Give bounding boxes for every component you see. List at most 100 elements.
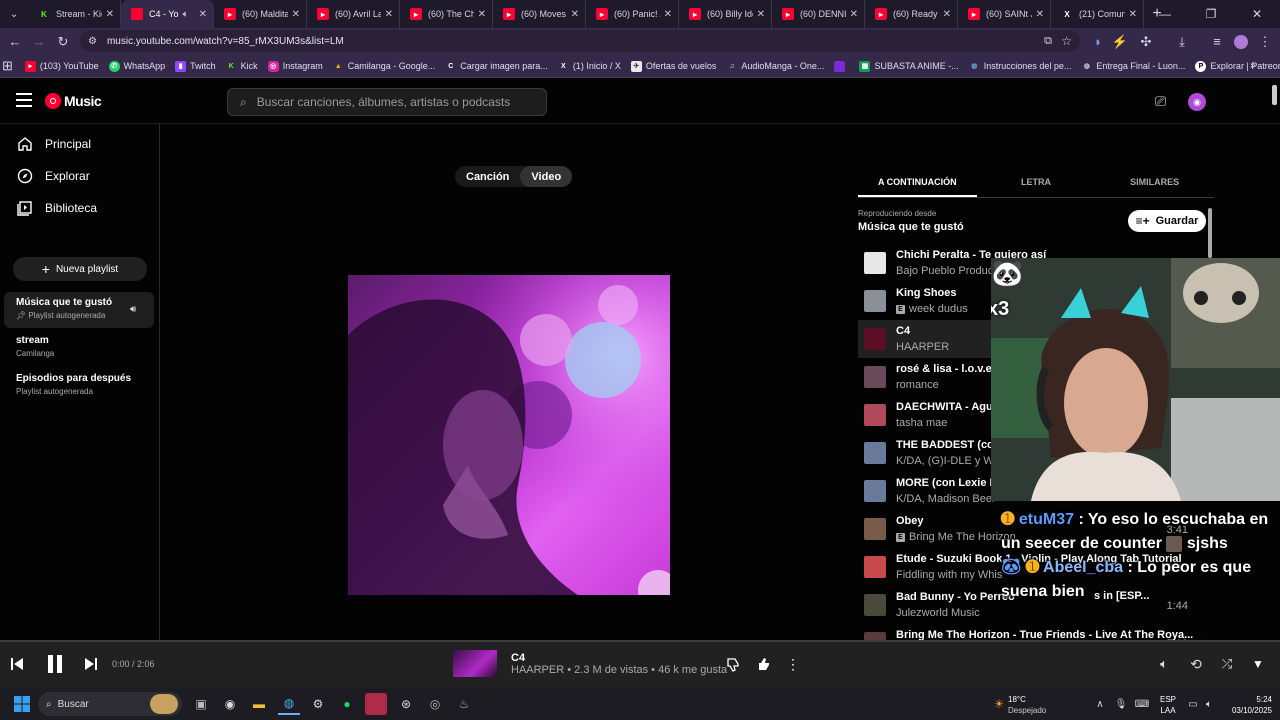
window-close-button[interactable]: ✕	[1234, 0, 1280, 28]
nav-library[interactable]: Biblioteca	[0, 192, 160, 224]
bookmark-audiomanga[interactable]: ♫ AudioManga - One...	[726, 61, 824, 72]
taskbar-search[interactable]: ⌕ Buscar	[38, 692, 182, 716]
steam-icon[interactable]: ♨	[453, 693, 475, 715]
pause-icon[interactable]	[42, 651, 68, 677]
bookmark-patreon[interactable]: P Explorar | Patreon	[1195, 60, 1280, 72]
close-icon[interactable]: ✕	[292, 9, 300, 20]
more-options-icon[interactable]: ⋮	[781, 652, 805, 676]
extension-icon[interactable]: ◗	[1086, 30, 1110, 54]
windows-start-icon[interactable]	[11, 693, 33, 715]
bookmark-x[interactable]: X (1) Inicio / X	[558, 61, 621, 72]
bookmark-youtube[interactable]: ▸ (103) YouTube	[24, 60, 99, 72]
close-icon[interactable]: ✕	[199, 9, 207, 20]
repeat-icon[interactable]: ⟲	[1184, 652, 1208, 676]
minimize-button[interactable]: —	[1142, 0, 1188, 28]
bookmark-instrucciones[interactable]: ◍ Instrucciones del pe...	[969, 61, 1071, 72]
queue-item[interactable]: Bring Me The Horizon - True Friends - Li…	[858, 624, 1208, 640]
chrome-icon[interactable]: ◍	[278, 693, 300, 715]
bookmark-subasta[interactable]: ▦ SUBASTA ANIME -...	[859, 60, 959, 72]
account-avatar[interactable]: ◉	[1188, 93, 1206, 111]
keyboard-icon[interactable]: ⌨	[1131, 693, 1153, 715]
now-playing-thumbnail[interactable]	[453, 650, 497, 677]
forward-icon[interactable]: →	[27, 30, 51, 54]
bookmark-instagram[interactable]: ◎ Instagram	[267, 60, 323, 72]
profile-avatar[interactable]	[1229, 30, 1253, 54]
site-info-icon[interactable]: ⚙	[88, 36, 97, 47]
album-art[interactable]	[348, 275, 670, 595]
app-icon-red[interactable]	[365, 693, 387, 715]
tab-4[interactable]: ▸ (60) The Cha ✕	[400, 0, 493, 28]
bookmark-flights[interactable]: ✈ Ofertas de vuelos	[630, 60, 716, 72]
toggle-video[interactable]: Video	[520, 166, 573, 187]
weather-icon[interactable]: ☀	[988, 693, 1010, 715]
translate-icon[interactable]: ⚡	[1108, 30, 1132, 54]
bookmark-kick[interactable]: K Kick	[226, 61, 258, 72]
download-icon[interactable]: ⤓	[1170, 30, 1194, 54]
speaker-icon[interactable]: 🔈︎	[1198, 693, 1220, 715]
bookmark-star-icon[interactable]: ☆	[1061, 34, 1072, 48]
scroll-down-icon[interactable]: ▼	[1206, 630, 1208, 639]
tab-up-next[interactable]: A CONTINUACIÓN	[858, 168, 977, 197]
like-icon[interactable]	[752, 652, 776, 676]
search-box[interactable]: ⌕	[227, 88, 547, 116]
save-button[interactable]: ≡+ Guardar	[1128, 210, 1206, 232]
playlist-item-stream[interactable]: stream Camilanga	[4, 330, 154, 366]
task-view-icon[interactable]: ▣	[190, 693, 212, 715]
media-control-icon[interactable]: ≡	[1205, 30, 1229, 54]
bookmark-entrega[interactable]: ◍ Entrega Final - Luon...	[1081, 61, 1186, 72]
playing-from-playlist[interactable]: Música que te gustó	[858, 221, 964, 233]
bookmark-twitch[interactable]: ▮ Twitch	[175, 60, 216, 72]
tab-9[interactable]: ▸ (60) Ready S ✕	[865, 0, 958, 28]
tab-0[interactable]: K Stream - Kick ✕	[28, 0, 121, 28]
next-icon[interactable]	[79, 652, 103, 676]
tray-overflow-icon[interactable]: ∧	[1089, 693, 1111, 715]
obs-icon[interactable]: ⊛	[395, 693, 417, 715]
tab-10[interactable]: ▸ (60) SAINt JH ✕	[958, 0, 1051, 28]
tab-2[interactable]: ▸ (60) Maldita ✕	[214, 0, 307, 28]
kebab-menu-icon[interactable]: ⋮	[1253, 30, 1277, 54]
toggle-song[interactable]: Canción	[455, 166, 520, 187]
clock-time[interactable]: 5:24	[1222, 694, 1272, 705]
file-explorer-icon[interactable]: ▬	[248, 693, 270, 715]
chevron-right-icon[interactable]: »	[1250, 60, 1256, 71]
spotify-icon[interactable]: ●	[336, 693, 358, 715]
cast-icon[interactable]: ⎚	[1155, 93, 1166, 110]
ytm-logo[interactable]: Music	[45, 93, 102, 109]
hamburger-menu-icon[interactable]	[16, 93, 32, 107]
app-icon-gray[interactable]: ◎	[424, 693, 446, 715]
tab-1[interactable]: C4 - YouTube 🔈︎ ✕	[121, 0, 214, 28]
tab-5[interactable]: ▸ (60) Moves ✕	[493, 0, 586, 28]
nav-home[interactable]: Principal	[0, 128, 160, 160]
reload-icon[interactable]: ↻	[51, 30, 75, 54]
queue-scrollbar[interactable]	[1208, 208, 1212, 258]
cast-icon[interactable]: ⧉	[1044, 35, 1052, 48]
now-playing-title[interactable]: C4	[511, 652, 525, 664]
tab-related[interactable]: SIMILARES	[1095, 168, 1214, 197]
close-icon[interactable]: ✕	[571, 9, 579, 20]
dislike-icon[interactable]	[721, 652, 745, 676]
previous-icon[interactable]	[5, 652, 29, 676]
speaker-icon[interactable]: 🔈︎	[183, 9, 189, 20]
expand-player-icon[interactable]: ▼	[1246, 652, 1270, 676]
close-icon[interactable]: ✕	[1129, 9, 1137, 20]
nav-explore[interactable]: Explorar	[0, 160, 160, 192]
close-icon[interactable]: ✕	[106, 9, 114, 20]
maximize-button[interactable]: ❐	[1188, 0, 1234, 28]
page-scrollbar[interactable]	[1272, 85, 1277, 105]
bookmark-cargar-imagen[interactable]: C Cargar imagen para...	[445, 61, 548, 72]
close-icon[interactable]: ✕	[1036, 9, 1044, 20]
volume-icon[interactable]: 🔈︎	[1152, 652, 1176, 676]
tab-3[interactable]: ▸ (60) Avril Lav ✕	[307, 0, 400, 28]
microphone-icon[interactable]: 🎙︎	[1110, 693, 1132, 715]
tab-11[interactable]: X (21) Comuni ✕	[1051, 0, 1144, 28]
playlist-item-episodes[interactable]: Episodios para después Playlist autogene…	[4, 368, 154, 404]
close-icon[interactable]: ✕	[664, 9, 672, 20]
bookmark-camilanga[interactable]: ▲ Camilanga - Google...	[333, 61, 436, 72]
close-icon[interactable]: ✕	[478, 9, 486, 20]
close-icon[interactable]: ✕	[757, 9, 765, 20]
tab-6[interactable]: ▸ (60) Panic! A ✕	[586, 0, 679, 28]
app-icon[interactable]: ◉	[219, 693, 241, 715]
tab-lyrics[interactable]: LETRA	[977, 168, 1096, 197]
playlist-item-liked[interactable]: Música que te gustó 📌︎ Playlist autogene…	[4, 292, 154, 328]
search-input[interactable]	[256, 95, 517, 109]
